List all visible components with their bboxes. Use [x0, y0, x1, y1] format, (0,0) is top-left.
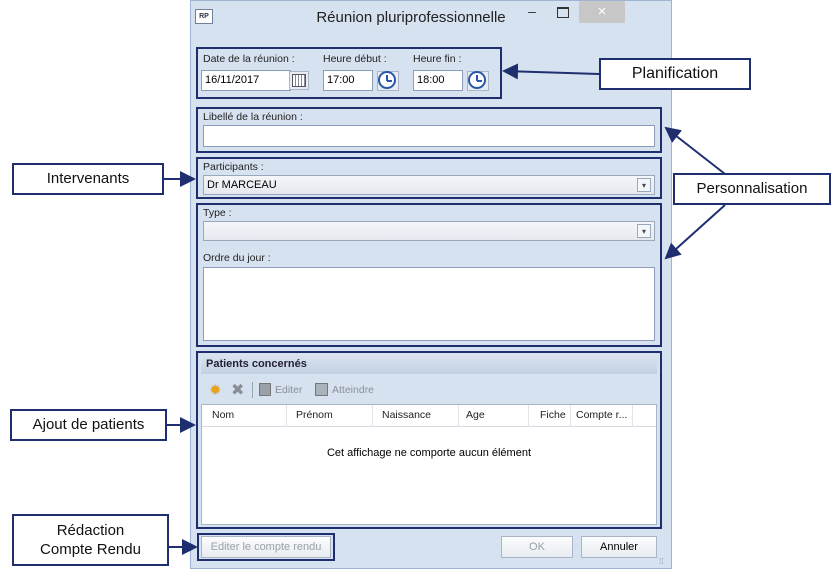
annotation-arrows: [164, 63, 726, 555]
arrow-personnalisation-bottom: [664, 204, 726, 260]
arrow-personnalisation-top: [664, 126, 726, 175]
arrow-planification: [502, 63, 600, 80]
